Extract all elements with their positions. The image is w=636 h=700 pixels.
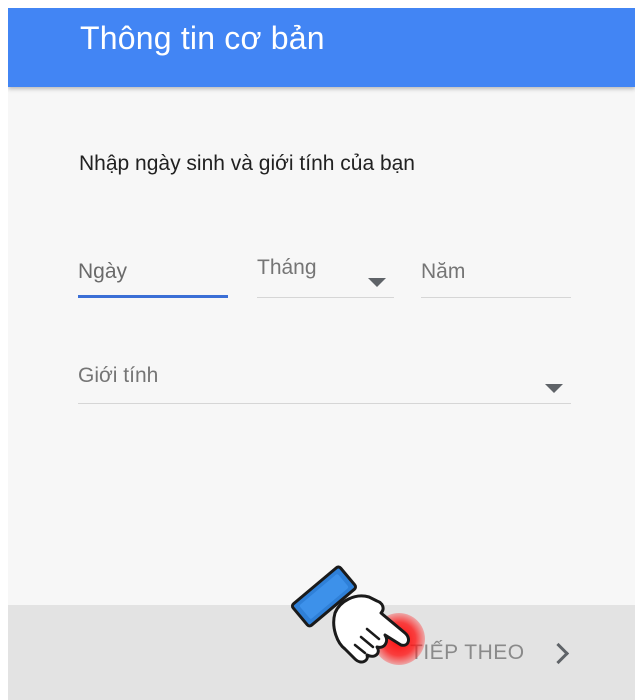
form-prompt: Nhập ngày sinh và giới tính của bạn: [79, 152, 415, 175]
month-select-underline: [257, 297, 394, 298]
app-header: Thông tin cơ bản: [8, 8, 635, 87]
gender-placeholder: Giới tính: [78, 364, 159, 387]
year-input[interactable]: Năm: [421, 260, 571, 298]
arrow-drop-down-icon: [545, 384, 563, 393]
day-input-underline: [78, 295, 228, 298]
gender-select[interactable]: Giới tính: [78, 364, 571, 404]
page-title: Thông tin cơ bản: [80, 20, 325, 56]
arrow-drop-down-icon: [368, 278, 386, 287]
month-select[interactable]: Tháng: [257, 256, 394, 298]
day-placeholder: Ngày: [78, 260, 128, 283]
chevron-right-icon: [547, 642, 569, 664]
hand-pointer-icon: [290, 565, 410, 664]
day-input[interactable]: Ngày: [78, 260, 228, 298]
gender-select-underline: [78, 403, 571, 404]
year-input-underline: [421, 297, 571, 298]
month-placeholder: Tháng: [257, 256, 317, 279]
year-placeholder: Năm: [421, 260, 466, 283]
